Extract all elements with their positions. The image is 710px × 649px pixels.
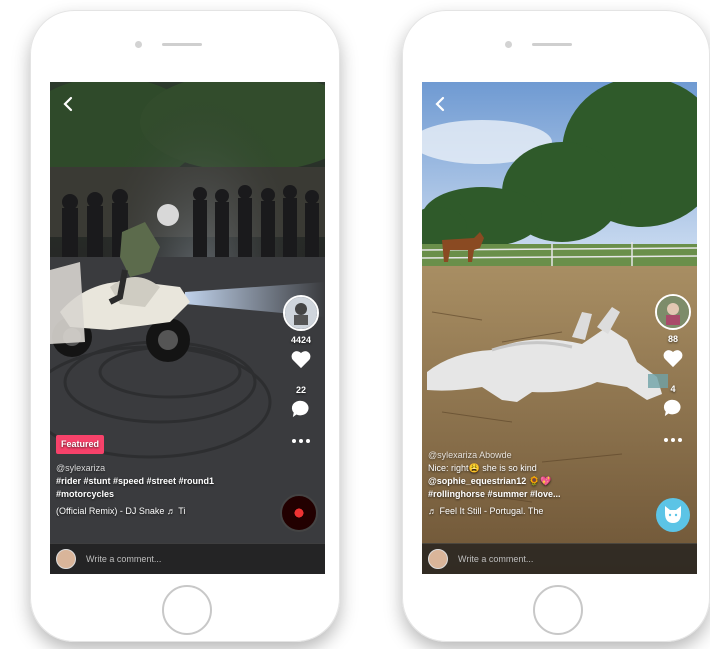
hashtags[interactable]: #rollinghorse #summer #love... xyxy=(428,488,645,501)
creator-avatar[interactable] xyxy=(655,294,691,330)
comment-bar-right[interactable]: Write a comment... xyxy=(422,543,697,574)
comment-input[interactable]: Write a comment... xyxy=(458,554,533,564)
creator-avatar[interactable] xyxy=(283,295,319,331)
action-rail-left: 4424 22 xyxy=(283,295,319,447)
comment-input[interactable]: Write a comment... xyxy=(86,554,161,564)
video-screen-right[interactable]: 88 4 @sylexariza Abowde Nice: right😩 she… xyxy=(422,82,697,574)
user-avatar xyxy=(428,549,448,569)
video-screen-left[interactable]: 4424 22 Featured @sylexariza #rider #stu… xyxy=(50,82,325,574)
heart-icon[interactable] xyxy=(290,349,312,369)
likes-count: 88 xyxy=(667,334,678,344)
speaker xyxy=(532,43,572,46)
comment-bar-left[interactable]: Write a comment... xyxy=(50,543,325,574)
featured-badge: Featured xyxy=(56,435,105,454)
back-chevron-icon[interactable] xyxy=(431,94,451,114)
phone-left: 4424 22 Featured @sylexariza #rider #stu… xyxy=(30,10,340,642)
cat-face-icon xyxy=(665,506,681,523)
home-button[interactable] xyxy=(162,585,212,635)
more-dots-icon[interactable] xyxy=(290,435,312,447)
username[interactable]: @sylexariza xyxy=(56,462,273,475)
likes-count: 4424 xyxy=(290,335,312,345)
heart-icon[interactable] xyxy=(662,348,684,368)
music-track[interactable]: (Official Remix) - DJ Snake ♬ Ti xyxy=(56,505,273,518)
video-caption-left: Featured @sylexariza #rider #stunt #spee… xyxy=(56,435,273,518)
comments-count: 4 xyxy=(670,384,676,394)
video-caption-right: @sylexariza Abowde Nice: right😩 she is s… xyxy=(428,449,645,518)
comments-count: 22 xyxy=(295,385,306,395)
cat-sticker-button[interactable] xyxy=(656,498,690,532)
phone-right: 88 4 @sylexariza Abowde Nice: right😩 she… xyxy=(402,10,710,642)
username[interactable]: @sylexariza Abowde xyxy=(428,449,645,462)
hashtags-line-1[interactable]: #rider #stunt #speed #street #round1 xyxy=(56,475,273,488)
front-camera xyxy=(505,41,512,48)
comment-bubble-icon[interactable] xyxy=(662,398,684,418)
mention[interactable]: @sophie_equestrian12 🌻💖 xyxy=(428,475,645,488)
music-disc-left[interactable] xyxy=(280,494,318,532)
caption-text: Nice: right😩 she is so kind xyxy=(428,463,537,473)
action-rail-right: 88 4 xyxy=(655,294,691,446)
back-chevron-icon[interactable] xyxy=(59,94,79,114)
home-button[interactable] xyxy=(533,585,583,635)
more-dots-icon[interactable] xyxy=(662,434,684,446)
speaker xyxy=(162,43,202,46)
front-camera xyxy=(135,41,142,48)
music-track[interactable]: ♬ Feel It Still - Portugal. The xyxy=(428,505,645,518)
hashtags-line-2[interactable]: #motorcycles xyxy=(56,488,273,501)
comment-bubble-icon[interactable] xyxy=(290,399,312,419)
user-avatar xyxy=(56,549,76,569)
